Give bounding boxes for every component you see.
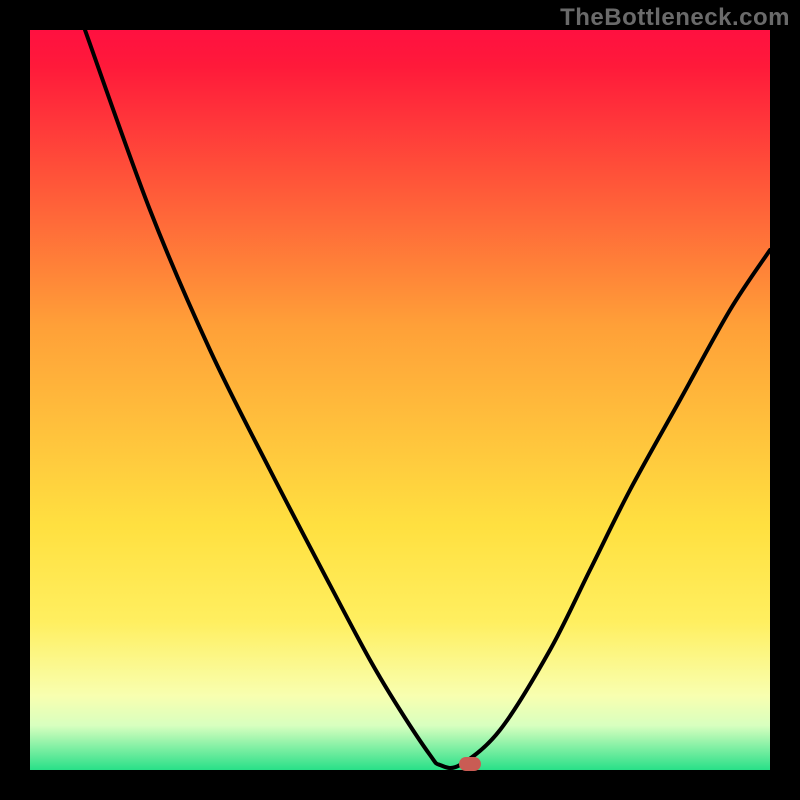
chart-svg: [0, 0, 800, 800]
optimal-marker: [459, 757, 481, 771]
plot-area: [30, 30, 770, 770]
bottleneck-chart: TheBottleneck.com: [0, 0, 800, 800]
